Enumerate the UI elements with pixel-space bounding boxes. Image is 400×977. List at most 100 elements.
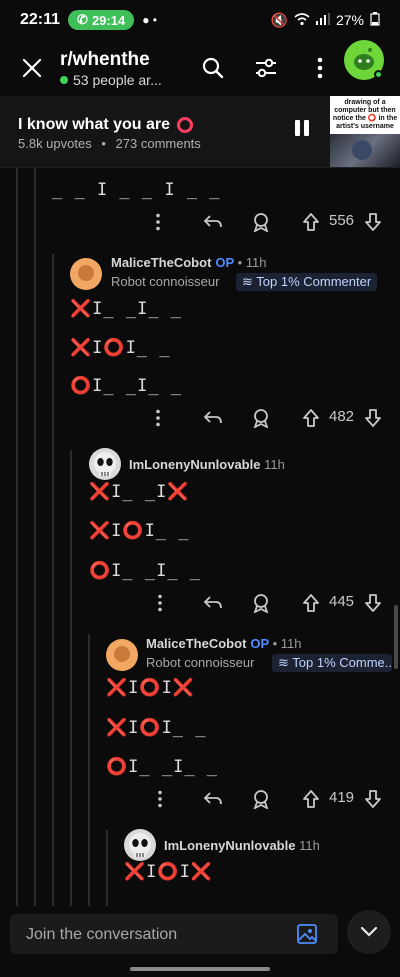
reply-button[interactable] <box>203 787 223 811</box>
post-thumbnail[interactable]: drawing of a computer but then notice th… <box>330 96 400 167</box>
subreddit-info[interactable]: r/whenthe 53 people ar... <box>60 49 162 88</box>
avatar[interactable] <box>70 258 102 290</box>
battery-icon <box>370 11 380 29</box>
reply-button[interactable] <box>203 406 223 430</box>
mute-icon: 🔇 <box>270 11 288 28</box>
pause-icon <box>295 120 300 136</box>
downvote-button[interactable] <box>364 210 382 234</box>
online-dot <box>60 75 68 84</box>
signal-icon <box>315 12 330 28</box>
vote-score: 482 <box>329 408 355 425</box>
username[interactable]: MaliceTheCobot <box>146 636 246 651</box>
upvote-button[interactable] <box>302 406 320 430</box>
call-indicator[interactable]: ✆ 29:14 <box>68 10 135 30</box>
username[interactable]: ImLonenyNunlovable <box>129 457 260 472</box>
top-commenter-icon: ≋ <box>278 655 289 670</box>
timestamp: • 11h <box>237 255 267 270</box>
upvote-icon <box>303 409 319 427</box>
phone-icon: ✆ <box>77 12 88 27</box>
more-options-button[interactable] <box>157 591 163 615</box>
reply-icon <box>203 596 222 609</box>
online-count: 53 people ar... <box>73 71 162 88</box>
downvote-button[interactable] <box>364 591 382 615</box>
more-options-button[interactable] <box>155 406 161 430</box>
post-summary-bar[interactable]: I know what you are 5.8k upvotes • 273 c… <box>0 96 400 168</box>
scrollbar[interactable] <box>394 605 398 669</box>
upvote-button[interactable] <box>302 787 320 811</box>
battery-level: 27% <box>335 12 364 28</box>
comment-thread: _ _ I _ _ I _ _ 556 MaliceTheCobot OP • 1… <box>0 168 400 906</box>
search-button[interactable] <box>193 48 233 88</box>
award-button[interactable] <box>252 406 270 430</box>
filter-button[interactable] <box>246 48 286 88</box>
more-options-button[interactable] <box>155 210 161 234</box>
award-icon <box>253 594 269 613</box>
downvote-button[interactable] <box>364 406 382 430</box>
wifi-icon <box>294 12 310 29</box>
call-timer: 29:14 <box>91 12 126 28</box>
award-button[interactable] <box>252 787 270 811</box>
thread-line <box>106 830 108 906</box>
post-upvotes: 5.8k upvotes <box>18 136 92 151</box>
user-flair: Robot connoisseur <box>146 655 255 670</box>
username[interactable]: ImLonenyNunlovable <box>164 838 295 853</box>
upvote-button[interactable] <box>302 210 320 234</box>
upvote-icon <box>303 594 319 612</box>
subreddit-name: r/whenthe <box>60 48 150 70</box>
reply-icon <box>203 792 222 805</box>
snoo-icon <box>354 48 374 70</box>
search-icon <box>202 57 224 79</box>
skull-avatar-icon <box>129 833 151 857</box>
sliders-icon <box>256 58 276 78</box>
avatar[interactable] <box>89 448 121 480</box>
avatar[interactable] <box>124 829 156 861</box>
comment-line: ⭕I_ _I_ _ <box>70 376 183 396</box>
pause-button[interactable] <box>290 120 314 142</box>
more-vertical-icon <box>158 790 162 808</box>
downvote-icon <box>365 594 381 612</box>
next-comment-button[interactable] <box>347 910 391 954</box>
award-button[interactable] <box>252 591 270 615</box>
downvote-button[interactable] <box>364 787 382 811</box>
reply-button[interactable] <box>203 210 223 234</box>
more-vertical-icon <box>158 594 162 612</box>
comment-composer[interactable]: Join the conversation <box>10 914 338 954</box>
commenter-badge: Top 1% Comme... <box>292 655 392 670</box>
clock: 22:11 <box>20 11 61 28</box>
award-button[interactable] <box>252 210 270 234</box>
vote-score: 419 <box>329 789 355 806</box>
gesture-bar[interactable] <box>130 967 270 971</box>
vote-score: 445 <box>329 593 355 610</box>
image-icon <box>297 924 317 944</box>
award-icon <box>253 409 269 428</box>
comment-line: _ _ I _ _ I _ _ <box>52 180 221 200</box>
comment-line: ⭕I_ _I_ _ <box>89 561 202 581</box>
reply-button[interactable] <box>203 591 223 615</box>
thread-line <box>70 450 72 906</box>
meta-separator: • <box>101 136 106 151</box>
reply-icon <box>203 215 222 228</box>
comment-line: ❌I⭕I_ _ <box>70 338 171 358</box>
post-comment-count: 273 comments <box>115 136 201 151</box>
more-vertical-icon <box>317 57 323 79</box>
top-commenter-icon: ≋ <box>242 274 253 289</box>
comment-line: ❌I⭕I❌ <box>124 862 213 882</box>
timestamp: • 11h <box>272 636 302 651</box>
op-badge: OP <box>215 255 234 270</box>
post-title: I know what you are <box>18 116 171 133</box>
more-options-button[interactable] <box>157 787 163 811</box>
upvote-button[interactable] <box>302 591 320 615</box>
online-status-dot <box>374 70 383 79</box>
red-circle-icon <box>177 117 194 133</box>
comment-line: ⭕I_ _I_ _ <box>106 757 219 777</box>
downvote-icon <box>365 409 381 427</box>
close-button[interactable] <box>12 48 52 88</box>
reply-icon <box>203 411 222 424</box>
downvote-icon <box>365 790 381 808</box>
comment-actions: 556 <box>0 210 400 234</box>
commenter-badge: Top 1% Commenter <box>256 274 372 289</box>
overflow-menu-button[interactable] <box>300 48 340 88</box>
username[interactable]: MaliceTheCobot <box>111 255 211 270</box>
image-upload-button[interactable] <box>296 923 318 950</box>
avatar[interactable] <box>106 639 138 671</box>
